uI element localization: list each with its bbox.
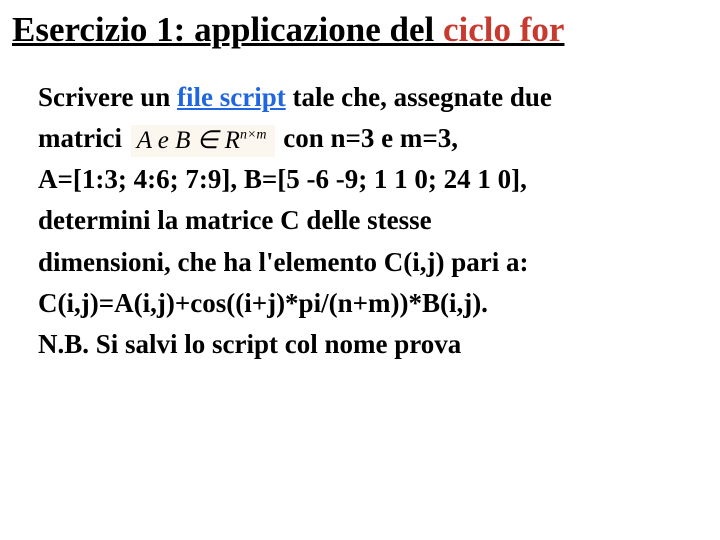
text-span: matrici xyxy=(38,123,129,153)
formula-sup: n×m xyxy=(240,128,267,143)
title-text: Esercizio 1: applicazione del xyxy=(12,10,443,49)
slide: Esercizio 1: applicazione del ciclo for … xyxy=(0,0,720,364)
text-span: tale che, assegnate due xyxy=(286,82,552,112)
text-span: Scrivere un xyxy=(38,82,177,112)
text-span: con n=3 e m=3, xyxy=(277,123,459,153)
link-file-script: file script xyxy=(177,82,286,112)
title-accent: ciclo for xyxy=(443,10,564,49)
formula-part: B ∈ R xyxy=(175,127,240,154)
body-line-3: A=[1:3; 4:6; 7:9], B=[5 -6 -9; 1 1 0; 24… xyxy=(38,160,682,199)
body-line-2: matrici A e B ∈ Rn×m con n=3 e m=3, xyxy=(38,119,682,158)
body-line-7: N.B. Si salvi lo script col nome prova xyxy=(38,325,682,364)
body-line-5: dimensioni, che ha l'elemento C(i,j) par… xyxy=(38,243,682,282)
slide-body: Scrivere un file script tale che, assegn… xyxy=(12,78,708,364)
body-line-1: Scrivere un file script tale che, assegn… xyxy=(38,78,682,117)
slide-title: Esercizio 1: applicazione del ciclo for xyxy=(12,10,708,50)
formula-part: A e xyxy=(137,127,175,154)
body-line-4: determini la matrice C delle stesse xyxy=(38,201,682,240)
body-line-6: C(i,j)=A(i,j)+cos((i+j)*pi/(n+m))*B(i,j)… xyxy=(38,284,682,323)
formula-image: A e B ∈ Rn×m xyxy=(131,125,275,157)
